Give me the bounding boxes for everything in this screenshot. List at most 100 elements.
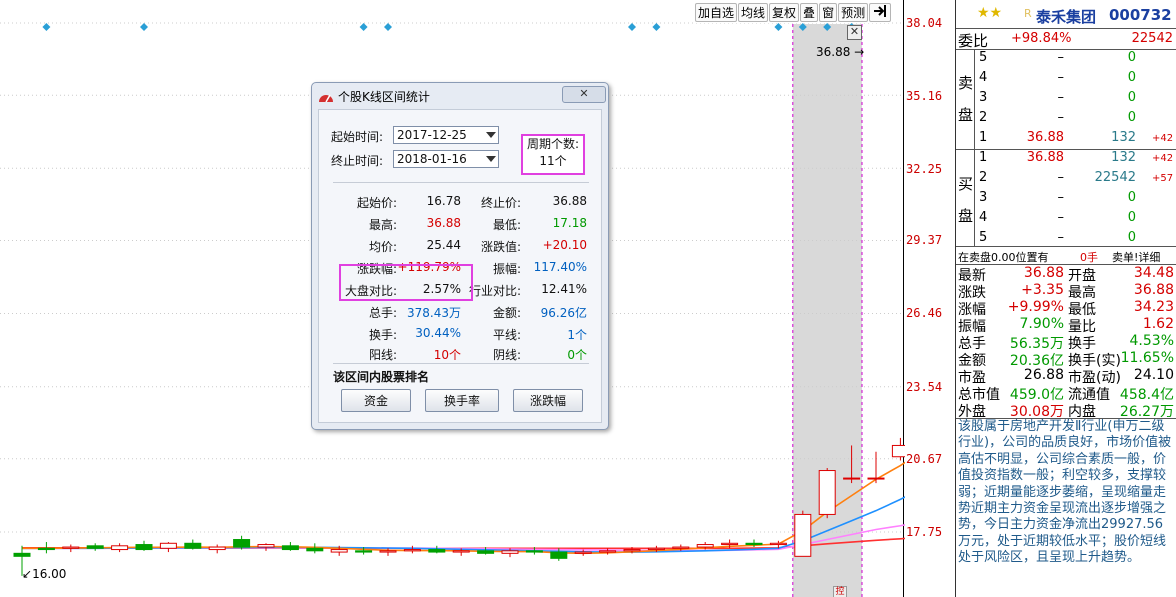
candle-body bbox=[696, 544, 714, 548]
candle-body bbox=[37, 547, 55, 551]
dialog-title-bar[interactable]: 个股K线区间统计 bbox=[318, 86, 602, 106]
highlight-box bbox=[339, 264, 473, 301]
event-marker-icon bbox=[359, 23, 368, 31]
level-volume: 0 bbox=[1127, 230, 1136, 245]
quote-row: 总手 56.35万 换手 4.53% bbox=[956, 333, 1176, 352]
candle-body bbox=[574, 551, 592, 554]
settings-icon[interactable]: 控 bbox=[833, 586, 847, 597]
wei-cha-value: 22542 bbox=[1131, 31, 1173, 46]
quote-panel: ★★ R 泰禾集团 000732 委比 +98.84% 22542 卖 盘 5–… bbox=[955, 0, 1176, 597]
orderbook-row[interactable]: 3 – 0 bbox=[956, 189, 1176, 209]
ma20-line bbox=[22, 523, 905, 552]
quote-value: 11.65% bbox=[1120, 350, 1174, 366]
app-icon bbox=[319, 94, 333, 103]
dialog-body: 起始时间: 2017-12-25 终止时间: 2018-01-16 周期个数: … bbox=[318, 109, 602, 423]
orderbook-row[interactable]: 3 – 0 bbox=[956, 89, 1176, 109]
level-volume: 22542 bbox=[1094, 170, 1136, 185]
orderbook-row[interactable]: 4 – 0 bbox=[956, 209, 1176, 229]
level-number: 5 bbox=[979, 230, 988, 245]
candle-body bbox=[599, 550, 617, 553]
stat-value: 36.88 bbox=[426, 216, 461, 230]
start-time-select[interactable]: 2017-12-25 bbox=[393, 126, 499, 144]
add-watchlist-button[interactable]: 加自选 bbox=[695, 3, 738, 22]
candle-body bbox=[306, 547, 324, 552]
quote-value: 36.88 bbox=[1023, 265, 1064, 281]
level-number: 2 bbox=[979, 170, 988, 185]
level-price: – bbox=[1057, 110, 1065, 125]
divider bbox=[333, 363, 589, 364]
quote-value: 26.88 bbox=[1023, 367, 1064, 383]
candle-body bbox=[647, 547, 665, 551]
event-marker-icon bbox=[652, 23, 661, 31]
candle-body bbox=[111, 545, 129, 551]
level-number: 4 bbox=[979, 70, 988, 85]
stat-value: 17.18 bbox=[552, 216, 587, 230]
stat-value: 16.78 bbox=[426, 194, 461, 208]
candle-body bbox=[672, 546, 690, 549]
level-number: 5 bbox=[979, 50, 988, 65]
period-count-label: 周期个数: bbox=[526, 137, 580, 151]
dialog-close-button[interactable]: ✕ bbox=[562, 86, 606, 103]
rank-by-capital-button[interactable]: 资金 bbox=[341, 389, 411, 412]
forecast-button[interactable]: 预测 bbox=[838, 3, 869, 22]
stat-value: 25.44 bbox=[426, 238, 461, 252]
level-number: 3 bbox=[979, 90, 988, 105]
sell-info-count: 0手 bbox=[1080, 251, 1098, 264]
orderbook-row[interactable]: 1 36.88 132 +42 bbox=[956, 149, 1176, 169]
low-price-marker: ↙16.00 bbox=[22, 567, 67, 581]
level-price: 36.88 bbox=[1026, 150, 1064, 165]
level-number: 1 bbox=[979, 130, 988, 145]
y-axis-label: 29.37 bbox=[906, 233, 943, 247]
level-price: – bbox=[1057, 170, 1065, 185]
window-button[interactable]: 窗 bbox=[819, 3, 838, 22]
event-marker-icon bbox=[42, 23, 51, 31]
wei-bi-row: 委比 +98.84% 22542 bbox=[956, 29, 1176, 50]
sell-detail-link[interactable]: 卖单!详细 bbox=[1112, 249, 1160, 265]
chevron-down-icon bbox=[486, 156, 496, 162]
overlay-button[interactable]: 叠 bbox=[800, 3, 819, 22]
candle-body bbox=[86, 545, 104, 549]
kline-range-stats-dialog[interactable]: 个股K线区间统计 ✕ 起始时间: 2017-12-25 终止时间: 2018-0… bbox=[311, 82, 609, 430]
moving-average-button[interactable]: 均线 bbox=[738, 3, 769, 22]
quote-value: 4.53% bbox=[1129, 333, 1174, 349]
stat-value: 1个 bbox=[567, 328, 587, 342]
orderbook-row[interactable]: 2 – 22542 +57 bbox=[956, 169, 1176, 189]
candle-body bbox=[257, 544, 275, 548]
orderbook-row[interactable]: 1 36.88 132 +42 bbox=[956, 129, 1176, 149]
stock-header: ★★ R 泰禾集团 000732 bbox=[956, 0, 1176, 28]
stat-value: 30.44% bbox=[415, 326, 461, 340]
candle-body bbox=[794, 513, 812, 557]
orderbook-row[interactable]: 5 – 0 bbox=[956, 49, 1176, 69]
rank-by-change-button[interactable]: 涨跌幅 bbox=[513, 389, 583, 412]
candle-body bbox=[550, 551, 568, 559]
period-count-box: 周期个数: 11个 bbox=[521, 134, 585, 175]
end-time-select[interactable]: 2018-01-16 bbox=[393, 150, 499, 168]
adjust-price-button[interactable]: 复权 bbox=[769, 3, 800, 22]
quote-value: 24.10 bbox=[1133, 367, 1174, 383]
rank-by-turnover-button[interactable]: 换手率 bbox=[425, 389, 499, 412]
stat-value: 96.26亿 bbox=[540, 306, 587, 320]
close-icon[interactable]: ✕ bbox=[847, 25, 862, 40]
candle-body bbox=[355, 550, 373, 553]
y-axis-label: 32.25 bbox=[906, 162, 943, 176]
quote-row: 最新 36.88 开盘 34.48 bbox=[956, 265, 1176, 284]
orderbook-row[interactable]: 4 – 0 bbox=[956, 69, 1176, 89]
stock-code: 000732 bbox=[1109, 6, 1172, 24]
quote-row: 金额 20.36亿 换手(实) 11.65% bbox=[956, 350, 1176, 369]
level-number: 1 bbox=[979, 150, 988, 165]
quote-row: 涨跌 +3.35 最高 36.88 bbox=[956, 282, 1176, 301]
event-marker-icon bbox=[384, 23, 392, 31]
candle-body bbox=[452, 550, 470, 553]
wei-bi-label: 委比 bbox=[958, 32, 989, 50]
orderbook-row[interactable]: 2 – 0 bbox=[956, 109, 1176, 129]
dialog-title: 个股K线区间统计 bbox=[338, 89, 430, 104]
arrow-collapse-right-icon[interactable] bbox=[869, 3, 892, 22]
candle-body bbox=[769, 542, 787, 546]
level-volume: 132 bbox=[1111, 130, 1136, 145]
candle-body bbox=[891, 444, 905, 458]
level-volume: 0 bbox=[1127, 210, 1136, 225]
y-axis-label: 17.75 bbox=[906, 525, 943, 539]
candle-body bbox=[843, 477, 861, 480]
candle-body bbox=[281, 545, 299, 551]
level-number: 2 bbox=[979, 110, 988, 125]
